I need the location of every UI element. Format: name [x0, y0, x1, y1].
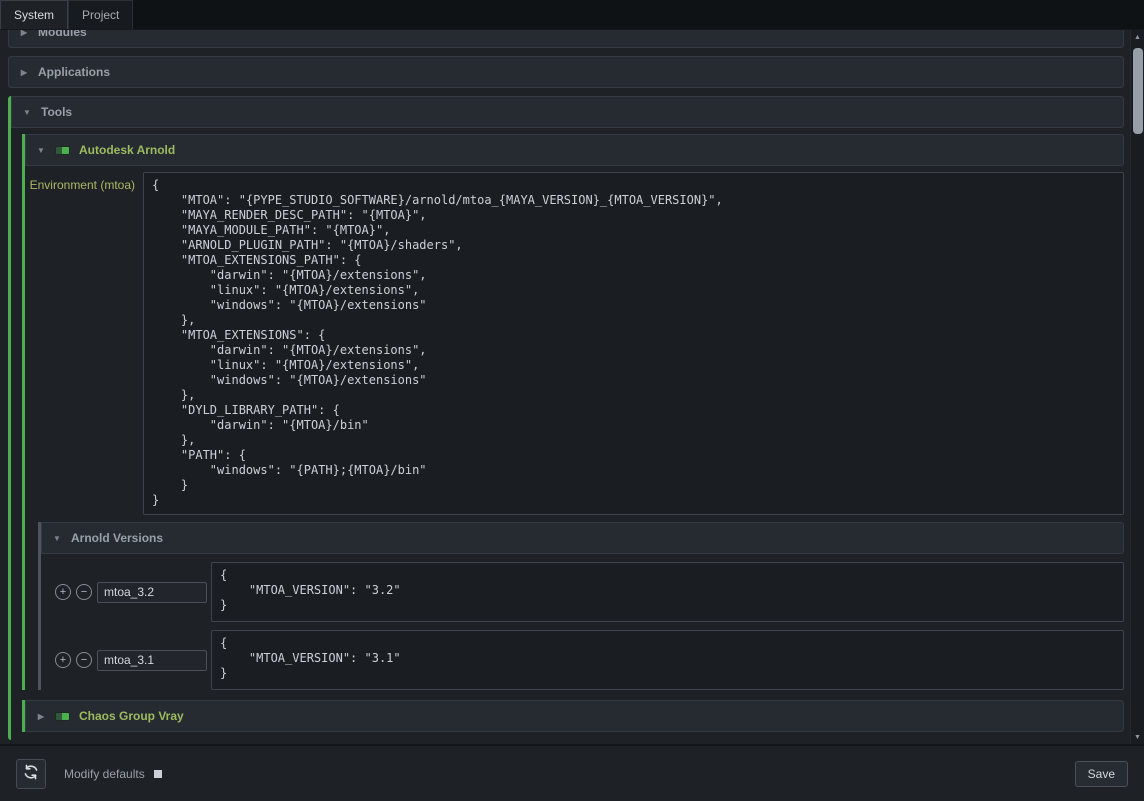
- subsection-autodesk-arnold: ▼ Autodesk Arnold Environment (mtoa) { "…: [22, 134, 1124, 690]
- chevron-right-icon: ▶: [19, 30, 29, 37]
- chevron-down-icon: ▼: [22, 108, 32, 117]
- tab-system-label: System: [14, 8, 54, 22]
- chevron-right-icon: ▶: [36, 712, 46, 721]
- scroll-down-icon[interactable]: ▼: [1131, 730, 1144, 744]
- modify-defaults-label: Modify defaults: [64, 767, 145, 781]
- section-tools-title: Tools: [41, 105, 72, 119]
- environment-json-editor[interactable]: { "MTOA": "{PYPE_STUDIO_SOFTWARE}/arnold…: [143, 172, 1124, 515]
- version-key-input[interactable]: [97, 582, 207, 603]
- section-applications: ▶ Applications: [8, 56, 1124, 88]
- tab-project-label: Project: [82, 8, 119, 22]
- section-modules-header[interactable]: ▶ Modules: [8, 30, 1124, 48]
- environment-label: Environment (mtoa): [25, 172, 143, 515]
- version-key-input[interactable]: [97, 650, 207, 671]
- enabled-toggle-icon[interactable]: [55, 712, 70, 721]
- section-tools: ▼ Tools ▼ Autodesk Arnold Environment (m…: [8, 96, 1124, 740]
- chevron-right-icon: ▶: [19, 68, 29, 77]
- version-json-editor[interactable]: { "MTOA_VERSION": "3.2" }: [211, 562, 1124, 622]
- content-area: ▶ Modules ▶ Applications ▼ Tools: [0, 30, 1144, 744]
- remove-version-button[interactable]: −: [76, 584, 92, 600]
- settings-window: System Project ▶ Modules ▶ Applications: [0, 0, 1144, 801]
- scroll-up-icon[interactable]: ▲: [1131, 30, 1144, 44]
- chaos-group-vray-title: Chaos Group Vray: [79, 709, 184, 723]
- version-row: + − { "MTOA_VERSION": "3.2" }: [41, 562, 1124, 622]
- refresh-button[interactable]: [16, 759, 46, 789]
- subsection-chaos-group-vray: ▶ Chaos Group Vray: [22, 700, 1124, 732]
- section-applications-header[interactable]: ▶ Applications: [8, 56, 1124, 88]
- footer-bar: Modify defaults Save: [0, 744, 1144, 801]
- version-json-editor[interactable]: { "MTOA_VERSION": "3.1" }: [211, 630, 1124, 690]
- section-modules-title: Modules: [38, 30, 87, 39]
- chevron-down-icon: ▼: [52, 534, 62, 543]
- section-tools-header[interactable]: ▼ Tools: [11, 96, 1124, 128]
- section-applications-title: Applications: [38, 65, 110, 79]
- autodesk-arnold-header[interactable]: ▼ Autodesk Arnold: [25, 134, 1124, 166]
- autodesk-arnold-title: Autodesk Arnold: [79, 143, 175, 157]
- chevron-down-icon: ▼: [36, 146, 46, 155]
- arnold-versions-title: Arnold Versions: [71, 531, 163, 545]
- save-button[interactable]: Save: [1075, 761, 1128, 787]
- vertical-scrollbar[interactable]: ▲ ▼: [1130, 30, 1144, 744]
- add-version-button[interactable]: +: [55, 652, 71, 668]
- scrollbar-track[interactable]: [1131, 44, 1144, 730]
- section-tools-body: ▼ Autodesk Arnold Environment (mtoa) { "…: [11, 128, 1124, 740]
- remove-version-button[interactable]: −: [76, 652, 92, 668]
- tab-system[interactable]: System: [0, 0, 68, 29]
- version-row: + − { "MTOA_VERSION": "3.1" }: [41, 630, 1124, 690]
- arnold-versions-header[interactable]: ▼ Arnold Versions: [41, 522, 1124, 554]
- refresh-icon: [23, 764, 39, 783]
- tab-project[interactable]: Project: [68, 0, 133, 29]
- modify-defaults-checkbox[interactable]: [154, 770, 162, 778]
- add-version-button[interactable]: +: [55, 584, 71, 600]
- settings-scroll-area: ▶ Modules ▶ Applications ▼ Tools: [0, 30, 1130, 744]
- section-modules: ▶ Modules: [8, 30, 1124, 48]
- scrollbar-thumb[interactable]: [1133, 48, 1143, 134]
- subsection-arnold-versions: ▼ Arnold Versions + − { "MTOA_VERSION": …: [38, 522, 1124, 690]
- chaos-group-vray-header[interactable]: ▶ Chaos Group Vray: [25, 700, 1124, 732]
- enabled-toggle-icon[interactable]: [55, 146, 70, 155]
- tab-bar: System Project: [0, 0, 1144, 30]
- environment-row: Environment (mtoa) { "MTOA": "{PYPE_STUD…: [25, 172, 1124, 515]
